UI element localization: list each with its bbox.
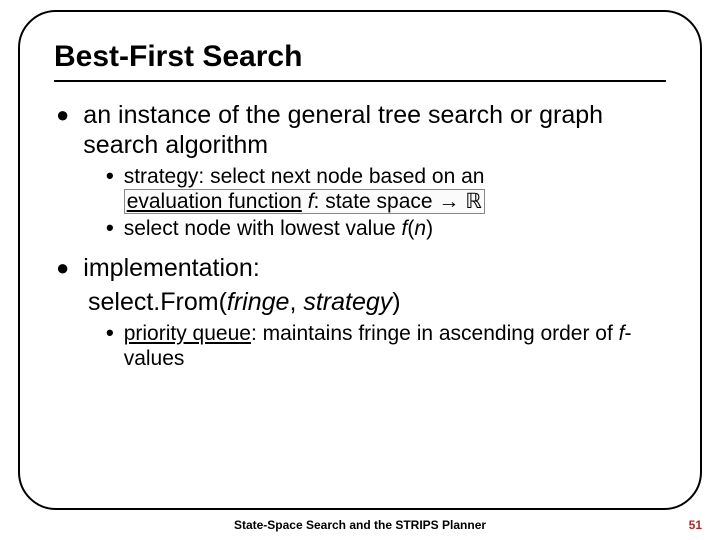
- bullet-1-sub-2-text: select node with lowest value f(n): [124, 216, 433, 241]
- bullet-2-sub-1: • priority queue: maintains fringe in as…: [106, 321, 666, 371]
- bullet-1-text: an instance of the general tree search o…: [83, 100, 666, 160]
- bullet-icon: ●: [56, 253, 69, 283]
- text-fragment: fringe: [227, 288, 290, 316]
- sub-bullet-icon: •: [106, 216, 114, 240]
- sub-bullet-icon: •: [106, 164, 114, 188]
- text-fragment: strategy: select next node based on an: [124, 165, 485, 188]
- bullet-1: ● an instance of the general tree search…: [54, 100, 666, 160]
- bullet-1-sub-1: • strategy: select next node based on an…: [106, 164, 666, 214]
- highlight-box: evaluation function f: state space → ℝ: [124, 189, 485, 214]
- bullet-icon: ●: [56, 100, 69, 130]
- slide-footer: State-Space Search and the STRIPS Planne…: [0, 518, 720, 532]
- title-rule: [54, 80, 666, 82]
- text-fragment: : maintains fringe in ascending order of: [251, 322, 619, 345]
- text-fragment: ): [392, 288, 400, 316]
- text-fragment: priority queue: [124, 322, 251, 345]
- text-fragment: evaluation function: [127, 190, 302, 213]
- page-number: 51: [689, 518, 702, 532]
- bullet-2-text: implementation:: [83, 253, 259, 283]
- bullet-2: ● implementation:: [54, 253, 666, 283]
- text-fragment: ,: [289, 288, 303, 316]
- bullet-1-sub-2: • select node with lowest value f(n): [106, 216, 666, 241]
- bullet-2-sub-1-text: priority queue: maintains fringe in asce…: [124, 321, 666, 371]
- text-fragment: select.From(: [88, 288, 227, 316]
- text-fragment: : state space → ℝ: [314, 190, 482, 213]
- bullet-1-sub-1-text: strategy: select next node based on an e…: [124, 164, 485, 214]
- text-fragment: strategy: [303, 288, 392, 316]
- bullet-2-code-line: select.From(fringe, strategy): [88, 287, 666, 317]
- text-fragment: select node with lowest value: [124, 217, 402, 240]
- text-fragment: n: [414, 217, 426, 240]
- text-fragment: ): [426, 217, 433, 240]
- slide-frame: Best-First Search ● an instance of the g…: [18, 10, 702, 510]
- slide-title: Best-First Search: [54, 40, 666, 74]
- sub-bullet-icon: •: [106, 321, 114, 345]
